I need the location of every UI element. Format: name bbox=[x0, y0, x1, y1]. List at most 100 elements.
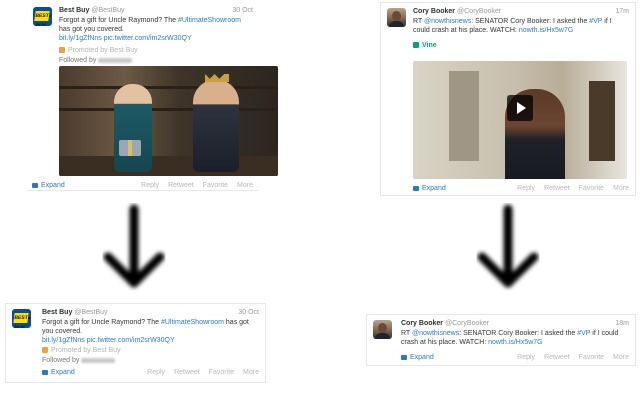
favorite-button[interactable]: Favorite bbox=[579, 185, 604, 192]
author-handle[interactable]: @BestBuy bbox=[91, 7, 124, 14]
photo-person-woman bbox=[114, 84, 152, 172]
reply-button[interactable]: Reply bbox=[147, 369, 165, 376]
mention-link[interactable]: @nowthisnews bbox=[412, 330, 459, 337]
tweet-time[interactable]: 30 Oct bbox=[232, 6, 253, 15]
followed-by: Followed by bbox=[42, 356, 259, 365]
author-handle[interactable]: @CoryBooker bbox=[457, 8, 501, 15]
expand-icon bbox=[32, 183, 38, 188]
best-buy-logo-icon: BEST BUY bbox=[33, 7, 52, 26]
reply-button[interactable]: Reply bbox=[517, 354, 535, 361]
blurred-follower-name bbox=[81, 358, 116, 363]
tweet-url-link[interactable]: bit.ly/1gZfNns pic.twitter.com/im2srW30Q… bbox=[42, 337, 175, 344]
down-arrow-icon bbox=[477, 204, 539, 288]
vine-label[interactable]: Vine bbox=[413, 41, 629, 50]
tweet-booker-before[interactable]: Cory Booker @CoryBooker 17m RT @nowthisne… bbox=[380, 2, 636, 196]
best-buy-logo-icon: BEST BUY bbox=[12, 309, 31, 328]
best-buy-logo-tag: BEST BUY bbox=[34, 11, 50, 26]
vine-video[interactable] bbox=[413, 61, 627, 179]
tweet-text: RT @nowthisnews: SENATOR Cory Booker: I … bbox=[413, 17, 629, 35]
tweet-header: Best Buy @BestBuy 30 Oct bbox=[59, 6, 253, 15]
sofa bbox=[59, 156, 278, 176]
bookshelf bbox=[59, 86, 278, 89]
favorite-button[interactable]: Favorite bbox=[579, 354, 604, 361]
best-buy-logo-tag: BEST BUY bbox=[13, 313, 29, 328]
avatar-photo-icon bbox=[373, 320, 392, 339]
tweet-url-link[interactable]: nowth.is/Hx5w7G bbox=[488, 339, 542, 346]
tweet-text: Forgot a gift for Uncle Raymond? The #Ul… bbox=[59, 16, 253, 43]
tweet-booker-after[interactable]: Cory Booker @CoryBooker 18m RT @nowthisne… bbox=[366, 314, 636, 366]
tweet-actions: Reply Retweet Favorite More bbox=[508, 184, 629, 193]
cory-booker-avatar[interactable] bbox=[387, 8, 406, 27]
tweet-time[interactable]: 18m bbox=[615, 319, 629, 328]
tweet-header: Cory Booker @CoryBooker 17m bbox=[413, 7, 629, 16]
tweet-footer: Expand Reply Retweet Favorite More bbox=[413, 184, 629, 193]
followed-by-label: Followed by bbox=[59, 57, 97, 64]
more-button[interactable]: More bbox=[613, 354, 629, 361]
photo-paper-crown bbox=[205, 74, 229, 82]
tweet-content: Best Buy @BestBuy 30 Oct Forgot a gift fo… bbox=[59, 6, 253, 65]
tweet-time[interactable]: 17m bbox=[615, 7, 629, 16]
hashtag-link[interactable]: #VP bbox=[589, 18, 602, 25]
promoted-label: Promoted by Best Buy bbox=[42, 346, 259, 355]
expand-link[interactable]: Expand bbox=[401, 354, 434, 361]
mention-link[interactable]: @nowthisnews bbox=[424, 18, 471, 25]
retweet-button[interactable]: Retweet bbox=[168, 182, 194, 189]
retweet-button[interactable]: Retweet bbox=[174, 369, 200, 376]
retweet-button[interactable]: Retweet bbox=[544, 354, 570, 361]
tweet-text: Forgot a gift for Uncle Raymond? The #Ul… bbox=[42, 318, 259, 345]
author-handle[interactable]: @CoryBooker bbox=[445, 320, 489, 327]
promoted-label: Promoted by Best Buy bbox=[59, 46, 253, 55]
more-button[interactable]: More bbox=[613, 185, 629, 192]
tweet-actions: Reply Retweet Favorite More bbox=[508, 353, 629, 362]
hashtag-link[interactable]: #UltimateShowroom bbox=[161, 319, 224, 326]
best-buy-avatar[interactable]: BEST BUY bbox=[33, 7, 52, 26]
promoted-text: Promoted by Best Buy bbox=[68, 47, 138, 54]
expand-label: Expand bbox=[51, 369, 75, 376]
favorite-button[interactable]: Favorite bbox=[203, 182, 228, 189]
tweet-actions: Reply Retweet Favorite More bbox=[132, 181, 253, 190]
more-button[interactable]: More bbox=[243, 369, 259, 376]
tweet-content: Cory Booker @CoryBooker 18m RT @nowthisne… bbox=[401, 319, 629, 347]
author-name[interactable]: Best Buy bbox=[42, 309, 72, 316]
play-icon[interactable] bbox=[507, 95, 533, 121]
expand-link[interactable]: Expand bbox=[42, 369, 75, 376]
tweet-bestbuy-after[interactable]: BEST BUY Best Buy @BestBuy 30 Oct Forgot a… bbox=[5, 303, 266, 383]
favorite-button[interactable]: Favorite bbox=[209, 369, 234, 376]
expand-link[interactable]: Expand bbox=[413, 185, 446, 192]
author-name[interactable]: Best Buy bbox=[59, 7, 89, 14]
retweet-button[interactable]: Retweet bbox=[544, 185, 570, 192]
reply-button[interactable]: Reply bbox=[141, 182, 159, 189]
tweet-text-part: : SENATOR Cory Booker: I asked the bbox=[459, 330, 578, 337]
tweet-header: Best Buy @BestBuy 30 Oct bbox=[42, 308, 259, 317]
author-name[interactable]: Cory Booker bbox=[413, 8, 455, 15]
author-name[interactable]: Cory Booker bbox=[401, 320, 443, 327]
expand-link[interactable]: Expand bbox=[32, 182, 65, 189]
tweet-footer: Expand Reply Retweet Favorite More bbox=[32, 181, 253, 190]
tweet-bestbuy-before[interactable]: BEST BUY Best Buy @BestBuy 30 Oct Forgot a… bbox=[27, 2, 278, 191]
expand-label: Expand bbox=[410, 354, 434, 361]
tweet-url-link[interactable]: bit.ly/1gZfNns pic.twitter.com/im2srW30Q… bbox=[59, 35, 192, 42]
cory-booker-avatar[interactable] bbox=[373, 320, 392, 339]
tweet-time[interactable]: 30 Oct bbox=[238, 308, 259, 317]
tweet-photo[interactable] bbox=[59, 66, 278, 176]
video-background-wall bbox=[449, 71, 479, 161]
avatar-photo-icon bbox=[387, 8, 406, 27]
vine-text: Vine bbox=[422, 42, 437, 49]
vine-icon bbox=[413, 42, 419, 48]
tweet-text-part: has got you covered. bbox=[59, 26, 124, 33]
author-handle[interactable]: @BestBuy bbox=[74, 309, 107, 316]
tweet-actions: Reply Retweet Favorite More bbox=[138, 368, 259, 377]
hashtag-link[interactable]: #UltimateShowroom bbox=[178, 17, 241, 24]
expand-icon bbox=[401, 355, 407, 360]
tweet-text-part: Forgot a gift for Uncle Raymond? The bbox=[42, 319, 161, 326]
more-button[interactable]: More bbox=[237, 182, 253, 189]
hashtag-link[interactable]: #VP bbox=[577, 330, 590, 337]
tweet-footer: Expand Reply Retweet Favorite More bbox=[401, 353, 629, 362]
followed-by-label: Followed by bbox=[42, 357, 80, 364]
best-buy-avatar[interactable]: BEST BUY bbox=[12, 309, 31, 328]
reply-button[interactable]: Reply bbox=[517, 185, 535, 192]
down-arrow-icon bbox=[103, 204, 165, 288]
tweet-content: Best Buy @BestBuy 30 Oct Forgot a gift fo… bbox=[42, 308, 259, 365]
expand-icon bbox=[413, 186, 419, 191]
tweet-url-link[interactable]: nowth.is/Hx5w7G bbox=[519, 27, 573, 34]
